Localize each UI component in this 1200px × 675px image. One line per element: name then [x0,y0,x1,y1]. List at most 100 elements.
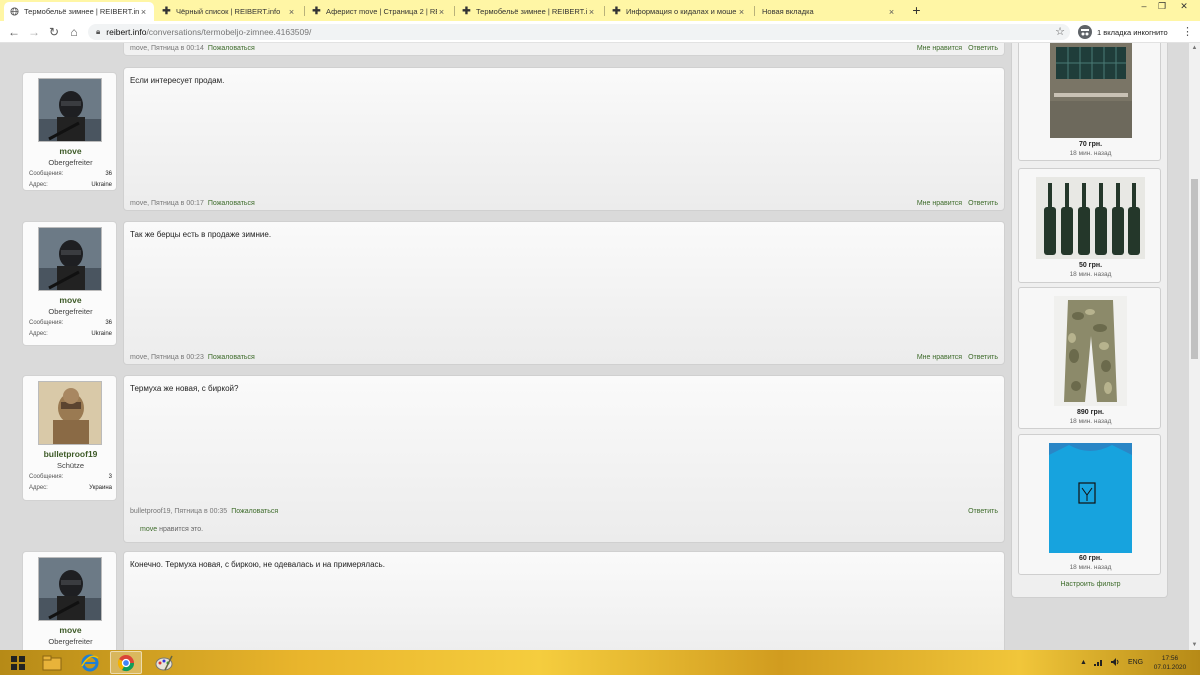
avatar[interactable] [38,557,102,621]
post-author-time: move, Пятница в 00:14 [130,45,204,52]
tab-aferist[interactable]: ✚ Аферист move | Страница 2 | RE × [306,2,452,21]
like-link[interactable]: Мне нравится [917,45,962,52]
chrome-icon[interactable] [110,651,142,674]
reload-icon[interactable]: ↻ [46,24,62,40]
reply-link[interactable]: Ответить [968,200,998,207]
likes-summary: move нравится это. [140,526,203,533]
reibert-cross-icon: ✚ [462,6,471,17]
volume-icon[interactable] [1110,657,1121,668]
post-actions: Мне нравится Ответить [917,354,998,361]
ad-card[interactable]: 50 грн. 18 мин. назад [1018,168,1161,283]
incognito-icon [1078,25,1092,39]
tab-new[interactable]: Новая вкладка × [756,2,902,21]
post-body: Термуха же новая, с биркой? bulletproof1… [123,375,1005,543]
post-meta: bulletproof19, Пятница в 00:35 Пожаловать… [130,508,278,515]
username[interactable]: bulletproof19 [23,449,118,459]
username[interactable]: move [23,625,118,635]
close-icon[interactable]: × [587,7,596,17]
user-card: move Obergefreiter Сообщения: 36 Адрес: Uk… [22,72,117,191]
avatar[interactable] [38,227,102,291]
forward-arrow-icon[interactable]: → [26,24,42,40]
close-window-icon[interactable]: ✕ [1176,0,1192,14]
page-scrollbar[interactable]: ▲ ▼ [1189,43,1200,650]
user-stat-location: Адрес: Украина [29,485,112,491]
scroll-up-icon[interactable]: ▲ [1189,45,1200,51]
configure-filter-link[interactable]: Настроить фильтр [1012,581,1169,588]
language-indicator[interactable]: ENG [1128,659,1143,666]
liker-link[interactable]: move [140,526,157,533]
system-tray: ▲ ENG [1080,650,1150,675]
close-icon[interactable]: × [437,7,446,17]
user-stat-posts: Сообщения: 36 [29,320,112,326]
globe-icon [10,7,19,16]
new-tab-button[interactable]: + [908,2,925,19]
scroll-down-icon[interactable]: ▼ [1189,642,1200,648]
stat-value: 36 [105,171,112,177]
menu-dots-icon[interactable]: ⋮ [1182,24,1193,40]
close-icon[interactable]: × [287,7,296,17]
reply-link[interactable]: Ответить [968,354,998,361]
close-icon[interactable]: × [737,7,746,17]
report-link[interactable]: Пожаловаться [231,508,278,515]
user-stat-location: Адрес: Ukraine [29,331,112,337]
network-icon[interactable] [1093,658,1104,668]
back-arrow-icon[interactable]: ← [6,24,22,40]
tab-black-list[interactable]: ✚ Чёрный список | REIBERT.info × [156,2,302,21]
windows-start-icon[interactable] [2,651,34,674]
ad-card[interactable]: 60 грн. 18 мин. назад [1018,434,1161,575]
url-host: reibert.info [106,27,147,37]
tab-termobeljo[interactable]: ✚ Термобельё зимнее | REIBERT.in × [456,2,602,21]
report-link[interactable]: Пожаловаться [208,45,255,52]
home-icon[interactable]: ⌂ [66,24,82,40]
lock-icon: 🔒︎ [96,27,101,36]
reply-link[interactable]: Ответить [968,508,998,515]
address-bar[interactable]: 🔒︎ reibert.info/conversations/termobeljo… [88,24,1070,40]
close-icon[interactable]: × [139,7,148,17]
show-hidden-icons-icon[interactable]: ▲ [1080,659,1087,666]
username[interactable]: move [23,146,118,156]
ad-image-blue-tshirt[interactable] [1049,443,1132,553]
avatar[interactable] [38,381,102,445]
close-icon[interactable]: × [887,7,896,17]
reply-link[interactable]: Ответить [968,45,998,52]
paint-icon[interactable] [148,651,180,674]
ad-price: 50 грн. [1078,262,1103,269]
stat-label: Сообщения: [29,171,64,177]
tab-title: Аферист move | Страница 2 | RE [326,7,437,16]
like-link[interactable]: Мне нравится [917,200,962,207]
stat-label: Адрес: [29,331,48,337]
post-body: Так же берцы есть в продаже зимние. move… [123,221,1005,365]
tab-title: Информация о кидалах и моше [626,7,737,16]
system-clock[interactable]: 17:56 07.01.2020 [1150,654,1190,672]
user-stat-location: Адрес: Ukraine [29,182,112,188]
star-icon[interactable]: ☆ [1055,25,1065,38]
like-link[interactable]: Мне нравится [917,354,962,361]
report-link[interactable]: Пожаловаться [208,354,255,361]
internet-explorer-icon[interactable] [74,651,106,674]
ad-card[interactable]: 70 грн. 18 мин. назад [1018,43,1161,161]
post-author-time: bulletproof19, Пятница в 00:35 [130,508,228,515]
tab-termobeljo-active[interactable]: Термобельё зимнее | REIBERT.in × [4,2,154,21]
ad-card[interactable]: 890 грн. 18 мин. назад [1018,287,1161,429]
post-message: Термуха же новая, с биркой? [130,384,239,393]
stat-label: Адрес: [29,182,48,188]
stat-value: Ukraine [91,331,112,337]
post-footer-previous: move, Пятница в 00:14 Пожаловаться Мне нр… [123,43,1005,56]
scrollbar-thumb[interactable] [1191,179,1198,359]
post-message: Так же берцы есть в продаже зимние. [130,230,272,239]
stat-label: Сообщения: [29,474,64,480]
stat-value: Ukraine [91,182,112,188]
clock-time: 17:56 [1161,655,1179,662]
minimize-icon[interactable]: – [1136,0,1152,14]
ad-image-tackle-box[interactable] [1050,43,1132,138]
incognito-indicator[interactable]: 1 вкладка инкогнито [1078,24,1168,40]
username[interactable]: move [23,295,118,305]
user-rank: Obergefreiter [48,637,93,646]
restore-icon[interactable]: ❐ [1154,0,1170,14]
ad-image-camo-pants[interactable] [1054,296,1127,406]
tab-info-kidaly[interactable]: ✚ Информация о кидалах и моше × [606,2,752,21]
ad-image-bottles[interactable] [1036,177,1145,259]
file-explorer-icon[interactable] [36,651,68,674]
report-link[interactable]: Пожаловаться [208,200,255,207]
avatar[interactable] [38,78,102,142]
